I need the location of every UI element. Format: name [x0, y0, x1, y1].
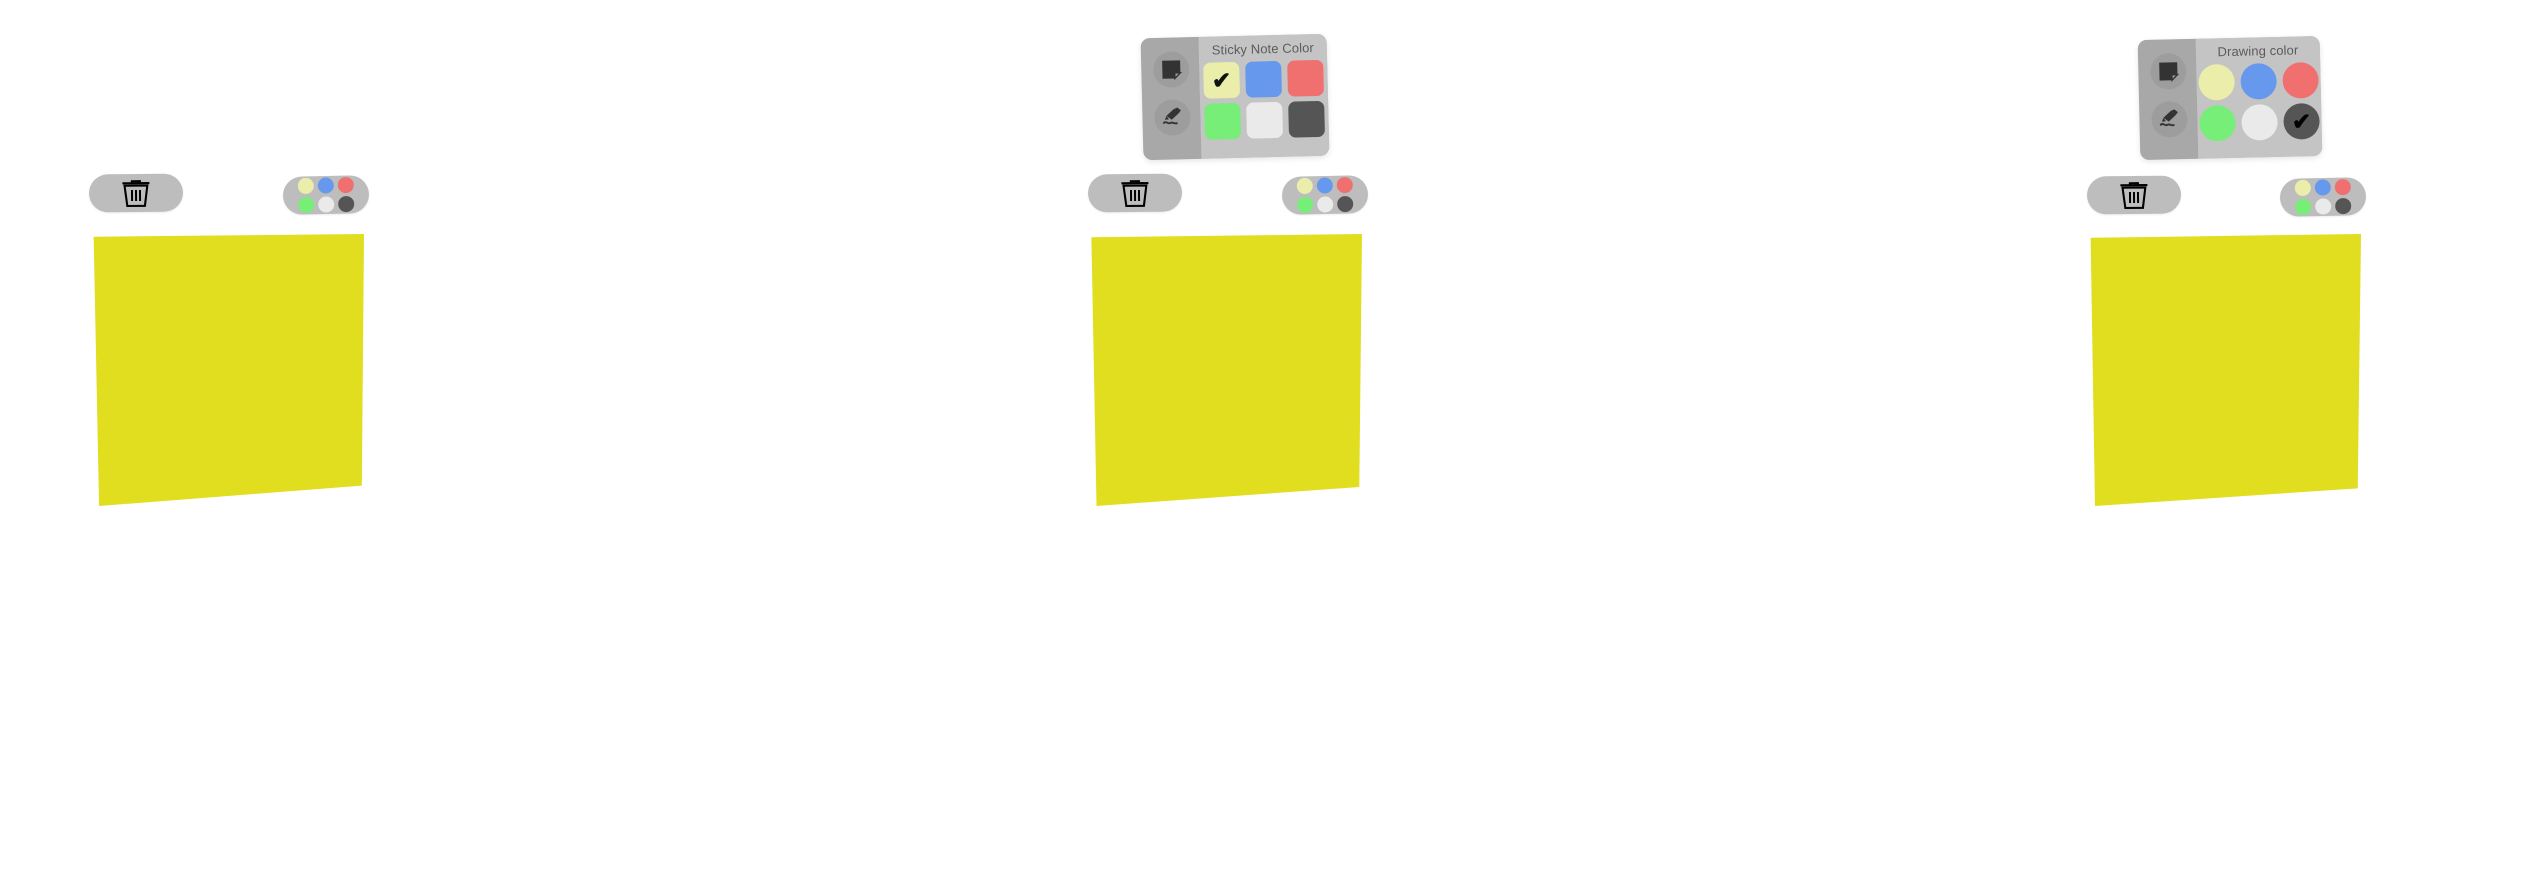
dot-pale-yellow[interactable] [297, 177, 314, 195]
delete-button[interactable] [88, 173, 184, 213]
marker-pen-icon [1160, 105, 1185, 130]
selected-check-icon: ✔ [1211, 66, 1232, 94]
frame-2: Sticky Note Color ✔ [631, 0, 1369, 869]
note-tool-button[interactable] [1152, 51, 1190, 88]
dot-green[interactable] [298, 196, 315, 214]
dot-white[interactable] [318, 196, 335, 213]
swatch-pale-yellow[interactable]: ✔ [1203, 61, 1241, 99]
frame-1 [0, 0, 631, 869]
sticky-note-icon [1160, 58, 1183, 81]
dot-red[interactable] [337, 176, 354, 194]
dot-dark[interactable] [338, 195, 355, 213]
color-swatches-icon [297, 176, 355, 214]
trash-icon [1118, 178, 1152, 208]
screenshot-stage: Sticky Note Color ✔ Drawing color ✔ [0, 0, 2524, 869]
trash-icon [119, 178, 153, 208]
swatch-green[interactable] [1204, 102, 1242, 140]
frame-3: Drawing color ✔ [1262, 0, 2367, 869]
marker-tool-button[interactable] [1154, 99, 1191, 136]
delete-button[interactable] [1087, 173, 1183, 213]
frame-4: Please, confirm the deletion Delete the … [1893, 0, 2524, 869]
sticky-note[interactable] [93, 234, 364, 506]
panel-tool-rail [1140, 36, 1202, 161]
color-swatches-button[interactable] [282, 175, 370, 215]
dot-blue[interactable] [317, 177, 334, 194]
